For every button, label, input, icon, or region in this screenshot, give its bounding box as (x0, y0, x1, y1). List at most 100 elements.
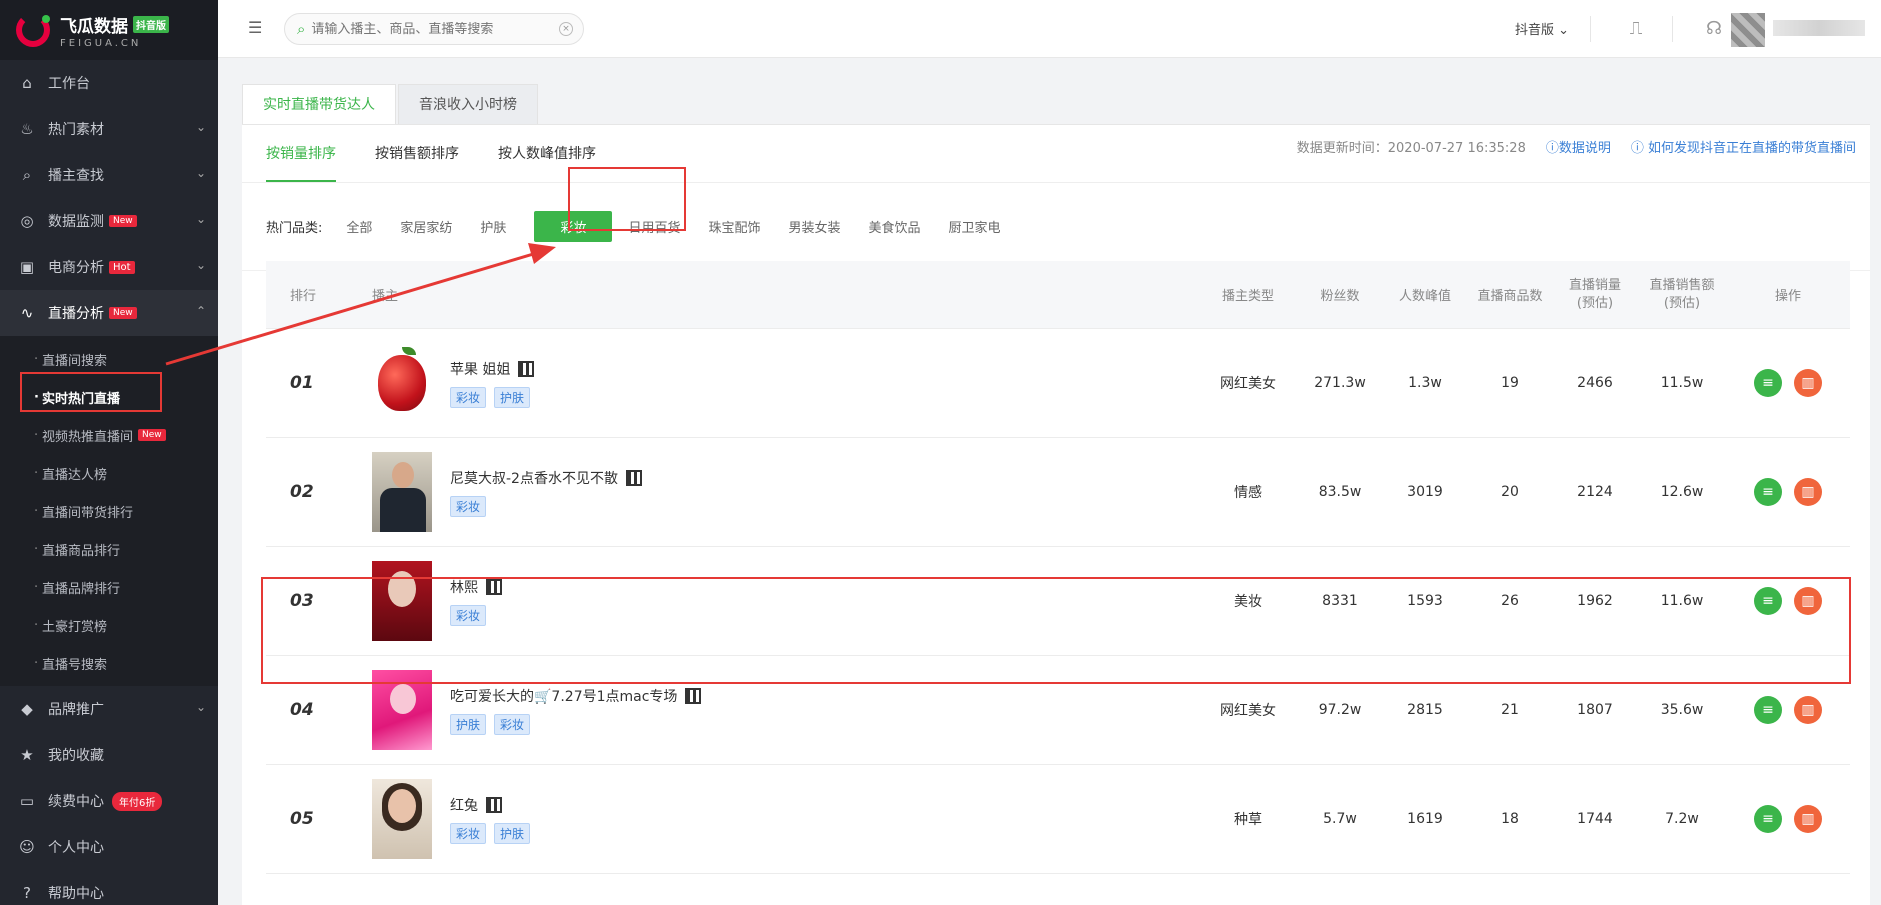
anchor-avatar[interactable] (372, 452, 432, 532)
fire-icon: ♨ (20, 120, 34, 138)
goods-count: 18 (1501, 811, 1519, 827)
rank-number: 04 (290, 700, 314, 720)
peak-viewers: 2815 (1407, 702, 1443, 718)
search-input[interactable] (311, 21, 532, 37)
username-blurred[interactable] (1773, 20, 1865, 36)
feigua-logo-icon (16, 13, 50, 47)
peak-viewers: 1619 (1407, 811, 1443, 827)
logo-name: 飞瓜数据 (60, 16, 128, 37)
sales-volume: 1744 (1577, 811, 1613, 827)
category-home-textile[interactable]: 家居家纺 (400, 217, 452, 236)
sidebar-item-profile[interactable]: ☺ 个人中心 (0, 824, 218, 870)
tag: 护肤 (494, 386, 531, 408)
sidebar-item-brand-promotion[interactable]: ◆ 品牌推广 ⌄ (0, 686, 218, 732)
bar-chart-icon[interactable]: ▥ (1794, 805, 1822, 833)
rank-number: 01 (290, 373, 314, 393)
data-explanation-link[interactable]: ⓘ数据说明 (1546, 137, 1611, 156)
header-rank: 排行 (290, 289, 317, 304)
sidebar-item-renewal[interactable]: ▭ 续费中心 年付6折 (0, 778, 218, 824)
sort-by-volume[interactable]: 按销量排序 (266, 125, 336, 182)
submenu-video-promoted-live[interactable]: 视频热推直播间New (0, 416, 218, 454)
header-peak: 人数峰值 (1398, 289, 1451, 304)
logo[interactable]: 飞瓜数据 抖音版 FEIGUA.CN (0, 0, 218, 60)
fans-count: 83.5w (1318, 484, 1362, 500)
category-clothing[interactable]: 男装女装 (788, 217, 840, 236)
sidebar-item-ecommerce[interactable]: ▣ 电商分析 Hot ⌄ (0, 244, 218, 290)
category-jewelry[interactable]: 珠宝配饰 (708, 217, 760, 236)
table-row[interactable]: 05 红兔 彩妆 护肤 种草 5.7w 1619 18 1744 7.2w ≡ ▥ (266, 765, 1850, 874)
tab-yinlang-hourly-rank[interactable]: 音浪收入小时榜 (398, 84, 538, 124)
detail-list-icon[interactable]: ≡ (1754, 696, 1782, 724)
submenu-tipping-rank[interactable]: 土豪打赏榜 (0, 606, 218, 644)
table-row[interactable]: 02 尼莫大叔-2点香水不见不散 彩妆 情感 83.5w 3019 20 212… (266, 438, 1850, 547)
sidebar-item-label: 直播分析 (48, 306, 104, 322)
rank-number: 05 (290, 809, 314, 829)
bar-chart-icon[interactable]: ▥ (1794, 696, 1822, 724)
fans-count: 5.7w (1323, 811, 1357, 827)
anchor-name[interactable]: 尼莫大叔-2点香水不见不散 (450, 468, 618, 488)
detail-list-icon[interactable]: ≡ (1754, 369, 1782, 397)
anchor-avatar[interactable] (372, 779, 432, 859)
version-dropdown[interactable]: 抖音版 ⌄ (1515, 19, 1569, 38)
table-row[interactable]: 01 苹果 姐姐 彩妆 护肤 网红美女 271.3w 1.3w 19 2466 1… (266, 329, 1850, 438)
sidebar-highlight-box (20, 372, 162, 412)
anchor-name[interactable]: 吃可爱长大的🛒7.27号1点mac专场 (450, 686, 677, 706)
tab-live-sales-talents[interactable]: 实时直播带货达人 (242, 84, 396, 124)
peak-viewers: 3019 (1407, 484, 1443, 500)
anchor-name[interactable]: 红兔 (450, 795, 478, 815)
anchor-name[interactable]: 苹果 姐姐 (450, 359, 510, 379)
category-kitchen-appliance[interactable]: 厨卫家电 (949, 217, 1001, 236)
anchor-avatar[interactable] (372, 343, 432, 423)
goods-count: 19 (1501, 375, 1519, 391)
sidebar-item-live-analysis[interactable]: ∿ 直播分析 New ⌃ (0, 290, 218, 336)
how-to-find-link[interactable]: ⓘ 如何发现抖音正在直播的带货直播间 (1631, 137, 1856, 156)
divider (1672, 16, 1673, 42)
sales-volume: 2466 (1577, 375, 1613, 391)
search-box[interactable]: ⌕ × (284, 13, 584, 45)
chevron-down-icon: ⌄ (195, 212, 206, 226)
sidebar-item-hot-materials[interactable]: ♨ 热门素材 ⌄ (0, 106, 218, 152)
sales-amount: 11.5w (1660, 375, 1704, 391)
category-all[interactable]: 全部 (346, 217, 372, 236)
sidebar-item-favorites[interactable]: ★ 我的收藏 (0, 732, 218, 778)
sidebar-item-data-monitor[interactable]: ◎ 数据监测 New ⌄ (0, 198, 218, 244)
sidebar-item-label: 工作台 (48, 76, 90, 92)
bar-chart-icon[interactable]: ▥ (1794, 369, 1822, 397)
detail-list-icon[interactable]: ≡ (1754, 478, 1782, 506)
sidebar-item-label: 续费中心 (48, 794, 104, 810)
main-content: 实时直播带货达人 音浪收入小时榜 按销量排序 按销售额排序 按人数峰值排序 数据… (242, 84, 1870, 905)
trend-chart-icon[interactable]: ⎍ (1623, 16, 1649, 42)
submenu-live-room-sales-rank[interactable]: 直播间带货排行 (0, 492, 218, 530)
monitor-icon: ◎ (20, 212, 34, 230)
avatar[interactable] (1731, 13, 1765, 47)
qr-code-icon[interactable] (518, 360, 535, 377)
sidebar-item-help[interactable]: ? 帮助中心 (0, 870, 218, 905)
clear-icon[interactable]: × (559, 22, 573, 36)
category-filter: 热门品类: 全部 家居家纺 护肤 彩妆 日用百货 珠宝配饰 男装女装 美食饮品 … (242, 183, 1870, 271)
qr-code-icon[interactable] (486, 796, 502, 813)
submenu-live-brand-rank[interactable]: 直播品牌排行 (0, 568, 218, 606)
chevron-down-icon: ⌄ (195, 700, 206, 714)
detail-list-icon[interactable]: ≡ (1754, 805, 1782, 833)
header-operation: 操作 (1774, 289, 1801, 304)
sidebar: 飞瓜数据 抖音版 FEIGUA.CN ⌂ 工作台 ♨ 热门素材 ⌄ ⌕ 播主查找 ⌄ ◎ 数据… (0, 0, 218, 905)
submenu-live-account-search[interactable]: 直播号搜索 (0, 644, 218, 682)
sidebar-item-workbench[interactable]: ⌂ 工作台 (0, 60, 218, 106)
help-icon: ? (23, 884, 31, 902)
sort-by-amount[interactable]: 按销售额排序 (375, 125, 459, 182)
tag: 彩妆 (450, 386, 487, 408)
category-label: 热门品类: (266, 221, 323, 236)
sidebar-item-label: 电商分析 (48, 260, 104, 276)
bar-chart-icon[interactable]: ▥ (1794, 478, 1822, 506)
logo-badge: 抖音版 (133, 15, 169, 33)
qr-code-icon[interactable] (625, 469, 642, 486)
user-icon: ☺ (19, 838, 35, 856)
submenu-live-product-rank[interactable]: 直播商品排行 (0, 530, 218, 568)
category-skincare[interactable]: 护肤 (480, 217, 506, 236)
qr-code-icon[interactable] (685, 687, 702, 704)
submenu-live-talent-rank[interactable]: 直播达人榜 (0, 454, 218, 492)
sidebar-item-anchor-search[interactable]: ⌕ 播主查找 ⌄ (0, 152, 218, 198)
menu-toggle-icon[interactable]: ☰ (248, 18, 262, 37)
headset-icon[interactable]: ☊ (1701, 16, 1727, 42)
category-food-drink[interactable]: 美食饮品 (869, 217, 921, 236)
